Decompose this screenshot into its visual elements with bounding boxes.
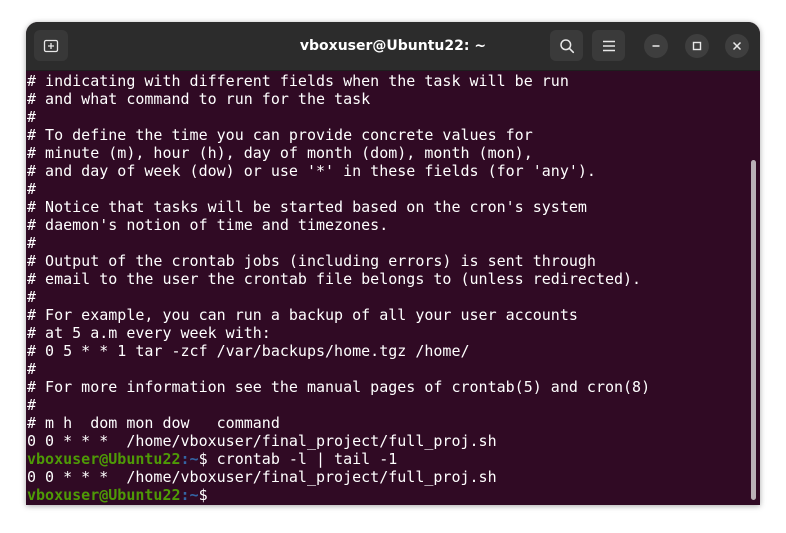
prompt-user-host: vboxuser@Ubuntu22: [27, 486, 181, 504]
title-bar[interactable]: vboxuser@Ubuntu22: ~: [26, 22, 760, 71]
terminal-line: # For example, you can run a backup of a…: [27, 306, 578, 324]
prompt-path: :~: [180, 486, 199, 504]
terminal-line: # minute (m), hour (h), day of month (do…: [27, 144, 533, 162]
terminal-line: #: [27, 180, 37, 198]
prompt-symbol: $: [198, 486, 208, 504]
terminal-line: #: [27, 396, 37, 414]
terminal-line: # and day of week (dow) or use '*' in th…: [27, 162, 596, 180]
close-icon: [732, 41, 742, 51]
terminal-line: #: [27, 360, 37, 378]
terminal-line: # daemon's notion of time and timezones.: [27, 216, 389, 234]
menu-button[interactable]: [592, 30, 625, 61]
terminal-line: # and what command to run for the task: [27, 90, 371, 108]
terminal-line: #: [27, 108, 37, 126]
minimize-icon: [651, 41, 661, 51]
terminal-output: # indicating with different fields when …: [27, 72, 650, 504]
new-tab-button[interactable]: [34, 30, 68, 61]
search-icon: [559, 38, 575, 54]
maximize-button[interactable]: [685, 34, 709, 58]
prompt-user-host: vboxuser@Ubuntu22: [27, 450, 181, 468]
terminal-line: # 0 5 * * 1 tar -zcf /var/backups/home.t…: [27, 342, 470, 360]
close-button[interactable]: [725, 34, 749, 58]
hamburger-menu-icon: [602, 40, 616, 52]
terminal-line: 0 0 * * * /home/vboxuser/final_project/f…: [27, 432, 497, 450]
terminal-line: # Notice that tasks will be started base…: [27, 198, 587, 216]
prompt-symbol: $: [198, 450, 217, 468]
maximize-icon: [692, 41, 702, 51]
scrollbar-thumb[interactable]: [751, 160, 756, 500]
terminal-line: # indicating with different fields when …: [27, 72, 569, 90]
terminal-line: # email to the user the crontab file bel…: [27, 270, 642, 288]
terminal-line: # Output of the crontab jobs (including …: [27, 252, 596, 270]
prompt-command: crontab -l | tail -1: [216, 450, 398, 468]
command-output-line: 0 0 * * * /home/vboxuser/final_project/f…: [27, 468, 497, 486]
search-button[interactable]: [550, 30, 583, 61]
terminal-line: # at 5 a.m every week with:: [27, 324, 271, 342]
minimize-button[interactable]: [644, 34, 668, 58]
terminal-line: #: [27, 234, 37, 252]
terminal-line: #: [27, 288, 37, 306]
terminal-line: # To define the time you can provide con…: [27, 126, 533, 144]
terminal-area[interactable]: # indicating with different fields when …: [26, 71, 760, 505]
active-prompt-line[interactable]: vboxuser@Ubuntu22:~$: [27, 486, 650, 504]
terminal-line: # For more information see the manual pa…: [27, 378, 651, 396]
terminal-line: # m h dom mon dow command: [27, 414, 280, 432]
prompt-line: vboxuser@Ubuntu22:~$ crontab -l | tail -…: [27, 450, 650, 468]
prompt-path: :~: [180, 450, 199, 468]
new-tab-icon: [43, 38, 59, 54]
terminal-window: vboxuser@Ubuntu22: ~ # indicating with d…: [26, 22, 760, 505]
